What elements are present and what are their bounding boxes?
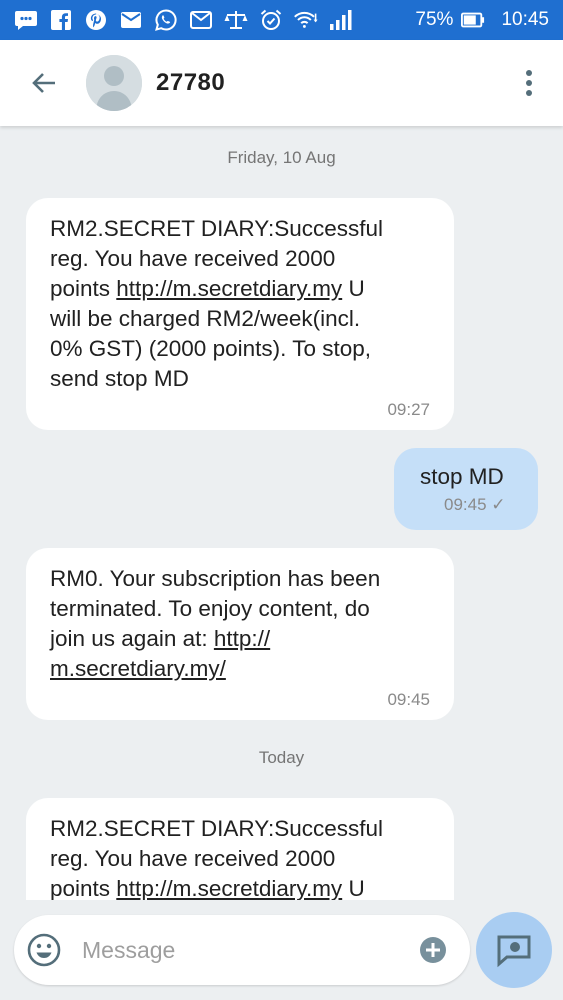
message-text: stop MD bbox=[420, 464, 504, 489]
message-list[interactable]: Friday, 10 Aug RM2.SECRET DIARY:Successf… bbox=[0, 126, 563, 900]
chat-icon bbox=[14, 8, 38, 32]
message-time: 09:27 bbox=[387, 400, 430, 419]
gmail-icon bbox=[189, 8, 213, 32]
emoji-button[interactable] bbox=[26, 932, 62, 968]
message-bubble-outgoing[interactable]: stop MD 09:45 ✓ bbox=[394, 448, 538, 530]
back-button[interactable] bbox=[22, 61, 66, 105]
signal-icon bbox=[329, 8, 353, 32]
notification-icons bbox=[14, 8, 353, 32]
sms-send-icon bbox=[497, 935, 531, 968]
conversation-header: 27780 bbox=[0, 40, 563, 126]
alarm-icon bbox=[259, 8, 283, 32]
mail-icon bbox=[119, 8, 143, 32]
message-link[interactable]: http://m.secretdiary.my bbox=[116, 276, 342, 301]
pinterest-icon bbox=[84, 8, 108, 32]
message-text: RM2.SECRET DIARY:Successful reg. You hav… bbox=[50, 816, 384, 900]
date-separator: Friday, 10 Aug bbox=[227, 148, 336, 167]
message-time: 09:45 bbox=[444, 495, 487, 514]
contact-name[interactable]: 27780 bbox=[156, 69, 225, 97]
battery-percent: 75% bbox=[415, 9, 454, 30]
person-icon bbox=[86, 55, 142, 111]
message-time: 09:45 bbox=[387, 690, 430, 709]
status-bar: 75% 10:45 bbox=[0, 0, 563, 40]
wifi-icon bbox=[294, 8, 318, 32]
status-right: 75% 10:45 bbox=[415, 8, 549, 32]
message-text: RM0. Your subscription has been terminat… bbox=[50, 566, 381, 681]
avatar[interactable] bbox=[86, 55, 142, 111]
status-time: 10:45 bbox=[501, 9, 549, 30]
whatsapp-icon bbox=[154, 8, 178, 32]
scales-icon bbox=[224, 8, 248, 32]
add-attachment-button[interactable] bbox=[418, 935, 448, 965]
more-vert-icon bbox=[526, 70, 532, 96]
sent-check-icon: ✓ bbox=[491, 495, 506, 514]
date-separator: Today bbox=[258, 748, 305, 767]
facebook-icon bbox=[49, 8, 73, 32]
message-link[interactable]: http://m.secretdiary.my bbox=[116, 876, 342, 900]
message-input[interactable] bbox=[82, 936, 392, 964]
send-button[interactable] bbox=[476, 912, 552, 988]
message-bubble-incoming[interactable]: RM2.SECRET DIARY:Successful reg. You hav… bbox=[26, 798, 454, 900]
more-options-button[interactable] bbox=[517, 63, 541, 103]
message-text: RM2.SECRET DIARY:Successful reg. You hav… bbox=[50, 216, 384, 391]
arrow-back-icon bbox=[32, 73, 55, 93]
message-bubble-incoming[interactable]: RM0. Your subscription has been terminat… bbox=[26, 548, 454, 720]
message-composer bbox=[14, 915, 470, 985]
message-time-row: 09:45 ✓ bbox=[444, 495, 538, 515]
message-bubble-incoming[interactable]: RM2.SECRET DIARY:Successful reg. You hav… bbox=[26, 198, 454, 430]
emoji-icon bbox=[27, 933, 61, 967]
add-attachment-icon bbox=[420, 937, 446, 963]
battery-icon bbox=[461, 8, 485, 32]
